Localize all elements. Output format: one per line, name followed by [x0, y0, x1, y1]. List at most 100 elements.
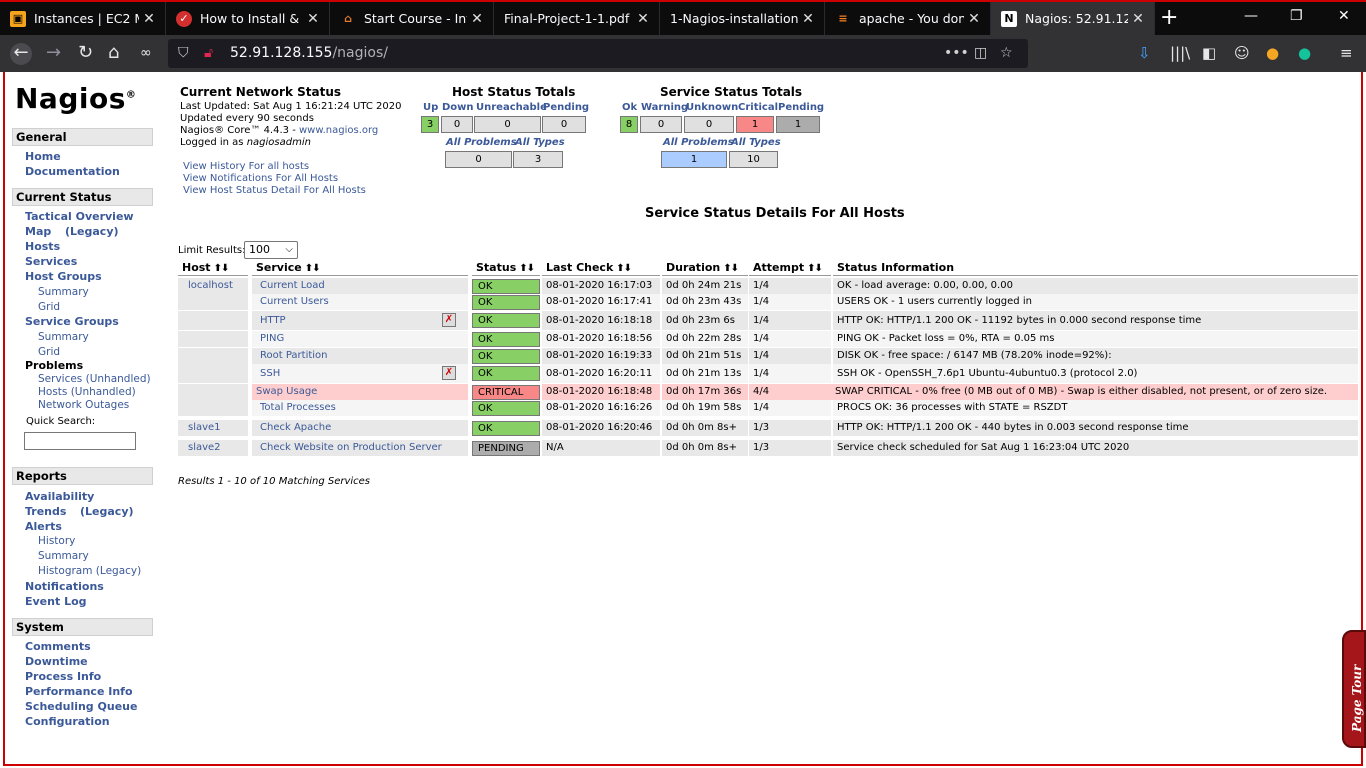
sort-arrows-icon[interactable]: ⬆⬇ — [616, 263, 632, 274]
quick-search-input[interactable] — [24, 432, 136, 450]
svc-unknown-label[interactable]: Unknown — [686, 102, 738, 113]
back-icon[interactable]: ← — [10, 43, 32, 65]
host-all-types-label[interactable]: All Types — [515, 137, 565, 148]
tab-how-to-install[interactable]: ✓ How to Install & Co ✕ — [166, 2, 330, 35]
host-pending-count[interactable]: 0 — [542, 116, 586, 133]
svc-pending-count[interactable]: 1 — [776, 116, 820, 133]
nav-network-outages[interactable]: Network Outages — [38, 399, 129, 411]
nav-downtime[interactable]: Downtime — [25, 655, 88, 668]
tab-final-project[interactable]: Final-Project-1-1.pdf ✕ — [494, 2, 660, 35]
service-link[interactable]: Check Website on Production Server — [252, 440, 468, 456]
sidebar-icon[interactable]: ◧ — [1202, 44, 1216, 62]
close-icon[interactable]: ✕ — [633, 11, 653, 27]
host-down-label[interactable]: Down — [442, 102, 474, 113]
svc-unknown-count[interactable]: 0 — [684, 116, 734, 133]
nav-trends[interactable]: Trends — [25, 505, 66, 518]
bookmark-star-icon[interactable]: ☆ — [1000, 45, 1013, 61]
nav-map-legacy[interactable]: (Legacy) — [65, 225, 119, 238]
nagios-logo[interactable]: Nagios® — [15, 82, 136, 115]
col-service[interactable]: Service ⬆⬇ — [252, 260, 468, 276]
mask-icon[interactable]: ∞ — [140, 43, 152, 63]
host-unreachable-count[interactable]: 0 — [474, 116, 541, 133]
nagios-org-link[interactable]: www.nagios.org — [299, 125, 378, 136]
col-attempt[interactable]: Attempt ⬆⬇ — [749, 260, 831, 276]
extension-icon[interactable]: ● — [1266, 44, 1279, 62]
host-link[interactable]: localhost — [178, 278, 248, 294]
host-up-count[interactable]: 3 — [421, 116, 439, 133]
service-link[interactable]: Total Processes — [252, 400, 468, 416]
nav-documentation[interactable]: Documentation — [25, 165, 120, 178]
sort-arrows-icon[interactable]: ⬆⬇ — [519, 263, 535, 274]
col-status[interactable]: Status ⬆⬇ — [472, 260, 540, 276]
host-link[interactable]: slave1 — [178, 420, 248, 436]
tab-nagios-installation-pdf[interactable]: 1-Nagios-installation.pdf ✕ — [660, 2, 825, 35]
host-all-problems-count[interactable]: 0 — [445, 151, 512, 168]
service-link[interactable]: Check Apache — [252, 420, 468, 436]
close-icon[interactable]: ✕ — [139, 11, 159, 27]
nav-sg-grid[interactable]: Grid — [38, 346, 60, 358]
view-notifications-link[interactable]: View Notifications For All Hosts — [183, 173, 338, 184]
nav-performance-info[interactable]: Performance Info — [25, 685, 133, 698]
col-host[interactable]: Host ⬆⬇ — [178, 260, 248, 276]
nav-configuration[interactable]: Configuration — [25, 715, 110, 728]
nav-notifications[interactable]: Notifications — [25, 580, 104, 593]
close-icon[interactable]: ✕ — [964, 11, 984, 27]
svc-all-problems-label[interactable]: All Problems — [663, 137, 734, 148]
forward-icon[interactable]: → — [46, 43, 61, 63]
svc-warning-label[interactable]: Warning — [641, 102, 688, 113]
host-up-label[interactable]: Up — [423, 102, 438, 113]
account-icon[interactable]: ☺ — [1234, 44, 1250, 62]
restore-icon[interactable]: ❐ — [1290, 8, 1303, 24]
library-icon[interactable]: |||\ — [1170, 44, 1190, 62]
nav-hg-grid[interactable]: Grid — [38, 301, 60, 313]
svc-critical-label[interactable]: Critical — [738, 102, 778, 113]
nav-services-unhandled[interactable]: Services (Unhandled) — [38, 373, 151, 385]
sort-arrows-icon[interactable]: ⬆⬇ — [214, 263, 230, 274]
grammarly-icon[interactable]: ● — [1298, 44, 1311, 62]
nav-alerts-summary[interactable]: Summary — [38, 550, 89, 562]
host-all-types-count[interactable]: 3 — [513, 151, 563, 168]
nav-service-groups[interactable]: Service Groups — [25, 315, 119, 328]
nav-availability[interactable]: Availability — [25, 490, 94, 503]
nav-scheduling-queue[interactable]: Scheduling Queue — [25, 700, 137, 713]
nav-trends-legacy[interactable]: (Legacy) — [80, 505, 134, 518]
close-icon[interactable]: ✕ — [1128, 11, 1148, 27]
tab-start-course[interactable]: ⌂ Start Course - Intelli ✕ — [330, 2, 494, 35]
limit-results-select[interactable]: 100 ⌵ — [244, 241, 298, 259]
tab-apache[interactable]: ≡ apache - You don't ✕ — [825, 2, 991, 35]
page-tour-button[interactable]: Page Tour — [1342, 630, 1366, 748]
url-text[interactable]: 52.91.128.155/nagios/ — [230, 45, 388, 61]
shield-icon[interactable]: ⛉ — [178, 45, 189, 61]
host-all-problems-label[interactable]: All Problems — [446, 137, 517, 148]
nav-process-info[interactable]: Process Info — [25, 670, 101, 683]
nav-alerts[interactable]: Alerts — [25, 520, 62, 533]
insecure-lock-icon[interactable]: 🔓︎ — [204, 45, 213, 61]
window-close-icon[interactable]: ✕ — [1338, 8, 1350, 24]
close-icon[interactable]: ✕ — [798, 11, 818, 27]
host-down-count[interactable]: 0 — [441, 116, 473, 133]
svc-all-problems-count[interactable]: 1 — [661, 151, 727, 168]
service-link[interactable]: Current Load — [252, 278, 468, 294]
tab-nagios[interactable]: N Nagios: 52.91.128.15 ✕ — [991, 2, 1155, 35]
close-icon[interactable]: ✕ — [467, 11, 487, 27]
nav-host-groups[interactable]: Host Groups — [25, 270, 102, 283]
tab-ec2[interactable]: ▣ Instances | EC2 Mar ✕ — [0, 2, 166, 35]
reload-icon[interactable]: ↻ — [78, 43, 93, 63]
svc-all-types-count[interactable]: 10 — [729, 151, 778, 168]
more-actions-icon[interactable]: ••• — [944, 45, 969, 61]
nav-map[interactable]: Map — [25, 225, 51, 238]
svc-critical-count[interactable]: 1 — [736, 116, 774, 133]
notifications-disabled-icon[interactable]: ✗ — [442, 313, 456, 327]
notifications-disabled-icon[interactable]: ✗ — [442, 366, 456, 380]
svc-all-types-label[interactable]: All Types — [731, 137, 781, 148]
svc-warning-count[interactable]: 0 — [640, 116, 682, 133]
host-pending-label[interactable]: Pending — [543, 102, 589, 113]
svc-ok-count[interactable]: 8 — [620, 116, 638, 133]
nav-tactical-overview[interactable]: Tactical Overview — [25, 210, 134, 223]
minimize-icon[interactable]: — — [1244, 8, 1258, 24]
view-host-status-link[interactable]: View Host Status Detail For All Hosts — [183, 185, 366, 196]
nav-hg-summary[interactable]: Summary — [38, 286, 89, 298]
nav-event-log[interactable]: Event Log — [25, 595, 87, 608]
service-link[interactable]: PING — [252, 331, 468, 347]
menu-icon[interactable]: ≡ — [1340, 44, 1353, 62]
